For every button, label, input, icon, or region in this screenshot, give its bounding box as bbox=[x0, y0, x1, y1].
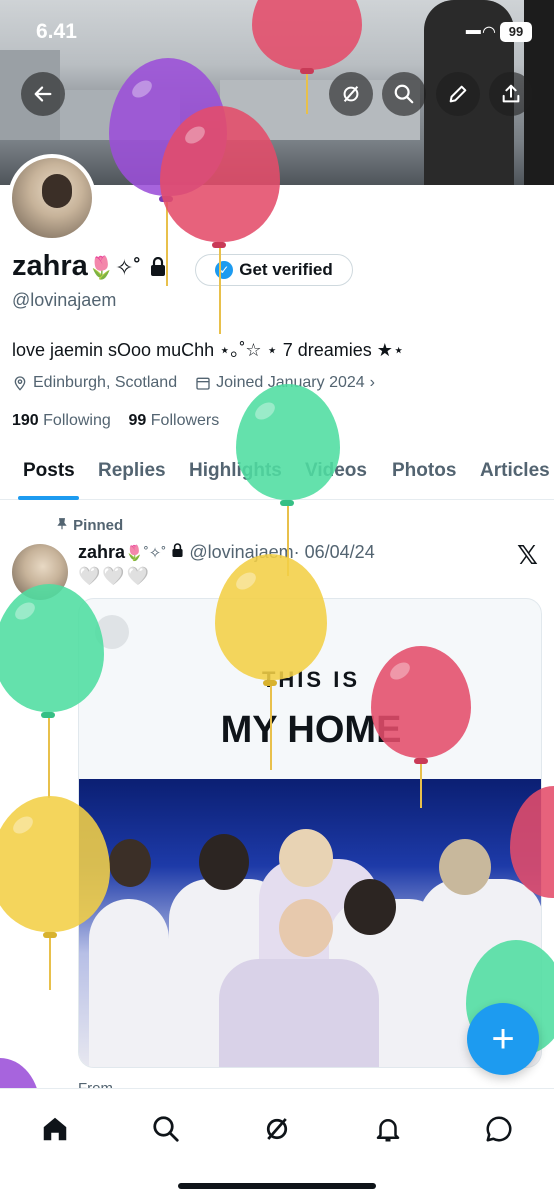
share-icon bbox=[502, 84, 520, 103]
followers-link[interactable]: 99 Followers bbox=[129, 412, 220, 429]
nav-messages[interactable] bbox=[477, 1107, 521, 1151]
search-button[interactable] bbox=[382, 72, 426, 116]
tab-posts[interactable]: Posts bbox=[23, 460, 75, 482]
following-link[interactable]: 190 Following bbox=[12, 412, 111, 429]
tab-photos[interactable]: Photos bbox=[392, 460, 456, 482]
home-icon bbox=[43, 1117, 67, 1141]
search-icon bbox=[394, 84, 414, 104]
location-pin-icon bbox=[14, 376, 26, 391]
followers-count: 99 bbox=[128, 412, 147, 429]
pinned-label: Pinned bbox=[55, 517, 123, 534]
tab-articles[interactable]: Articles bbox=[480, 460, 550, 482]
battery-indicator: 99 bbox=[500, 22, 532, 42]
pin-icon bbox=[57, 518, 67, 530]
nav-explore[interactable] bbox=[144, 1107, 188, 1151]
balloon-decoration bbox=[160, 106, 280, 336]
back-button[interactable] bbox=[21, 72, 65, 116]
nav-notifications[interactable] bbox=[366, 1107, 410, 1151]
profile-avatar[interactable] bbox=[8, 154, 96, 242]
location-item: Edinburgh, Scotland bbox=[12, 374, 177, 392]
bell-icon bbox=[376, 1119, 400, 1142]
nav-home[interactable] bbox=[33, 1107, 77, 1151]
search-icon bbox=[153, 1116, 179, 1142]
share-button[interactable] bbox=[489, 72, 533, 116]
balloon-decoration bbox=[0, 796, 110, 996]
active-tab-indicator bbox=[18, 496, 79, 500]
tweet-author-emoji: 🌷˚✧˚ bbox=[125, 545, 167, 562]
profile-bio: love jaemin sOoo muChh ⋆｡˚☆ ⋆ 7 dreamies… bbox=[12, 340, 405, 360]
calendar-icon bbox=[196, 377, 210, 390]
balloon-decoration bbox=[215, 554, 327, 774]
nav-grok[interactable] bbox=[255, 1107, 299, 1151]
tweet-author-name[interactable]: zahra bbox=[78, 542, 125, 562]
plus-icon: + bbox=[491, 1017, 515, 1061]
grok-icon bbox=[266, 1118, 288, 1140]
pencil-icon bbox=[449, 85, 467, 103]
tab-replies[interactable]: Replies bbox=[98, 460, 166, 482]
profile-handle: @lovinajaem bbox=[12, 290, 117, 310]
pinned-text: Pinned bbox=[73, 517, 124, 534]
followers-label: Followers bbox=[150, 412, 220, 429]
follow-stats: 190 Following 99 Followers bbox=[12, 412, 219, 430]
status-time: 6.41 bbox=[36, 20, 77, 43]
back-arrow-icon bbox=[34, 86, 52, 102]
profile-name-text: zahra bbox=[12, 250, 88, 282]
location-text: Edinburgh, Scotland bbox=[33, 374, 178, 391]
lock-icon bbox=[172, 543, 183, 557]
home-indicator bbox=[178, 1183, 376, 1189]
balloon-decoration bbox=[510, 786, 554, 906]
balloon-decoration bbox=[0, 584, 104, 804]
edit-button[interactable] bbox=[436, 72, 480, 116]
chat-icon bbox=[486, 1116, 512, 1142]
chevron-right-icon: › bbox=[369, 374, 375, 391]
following-label: Following bbox=[43, 412, 111, 429]
following-count: 190 bbox=[12, 412, 39, 429]
balloon-decoration bbox=[371, 646, 471, 816]
x-logo-icon: 𝕏 bbox=[517, 540, 538, 570]
compose-button[interactable]: + bbox=[467, 1003, 539, 1075]
wifi-icon: ▪▪▪▪ ◠ bbox=[464, 24, 496, 41]
